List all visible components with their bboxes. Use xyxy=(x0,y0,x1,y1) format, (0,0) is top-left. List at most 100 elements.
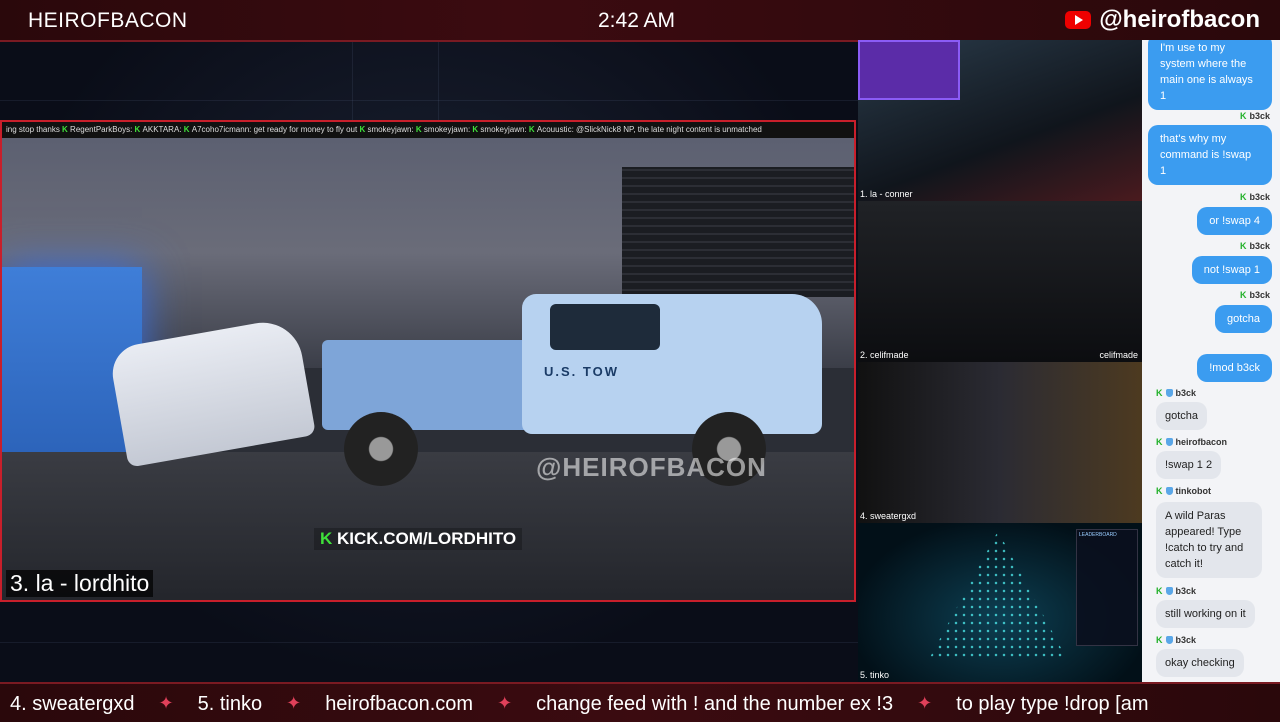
chat-message: okay checking xyxy=(1156,649,1244,677)
leaderboard-title: LEADERBOARD xyxy=(1079,532,1117,538)
separator-icon: ✦ xyxy=(917,693,933,713)
separator-icon: ✦ xyxy=(497,693,513,713)
chat-message: !mod b3ck xyxy=(1197,354,1272,382)
mini-overlay-panel xyxy=(858,40,960,100)
kick-icon: K xyxy=(1239,192,1247,202)
chat-message: gotcha xyxy=(1214,305,1272,333)
ticker-text: get ready for money to fly out xyxy=(253,125,358,134)
chat-meta: Kb3ck xyxy=(1240,192,1270,202)
chat-username-text: b3ck xyxy=(1175,586,1197,596)
chat-username: Kb3ck xyxy=(1156,586,1196,596)
clock: 2:42 AM xyxy=(598,9,676,32)
channel-brand: HEIROFBACON xyxy=(28,9,188,32)
chat-message: !swap 1 2 xyxy=(1156,451,1222,479)
kick-icon: K xyxy=(1156,586,1163,596)
kick-icon: K xyxy=(528,125,537,134)
marquee: 4. sweatergxd ✦ 5. tinko ✦ heirofbacon.c… xyxy=(10,693,1148,716)
ticker-item: ing stop thanks xyxy=(6,125,60,134)
ticker-text: @SlickNick8 NP, the late night content i… xyxy=(576,125,762,134)
main-feed-label: 3. la - lordhito xyxy=(6,570,154,597)
chat-message: gotcha xyxy=(1156,402,1208,430)
kick-icon: K xyxy=(1239,241,1247,251)
truck-wheel-rear xyxy=(344,412,418,486)
mod-badge-icon xyxy=(1165,587,1173,595)
kick-icon: K xyxy=(1156,486,1163,496)
side-feed-1[interactable]: 1. la - conner xyxy=(858,40,1142,201)
kick-icon: K xyxy=(415,125,424,134)
handle-text: @heirofbacon xyxy=(1099,6,1260,33)
kick-tag: K KICK.COM/LORDHITO xyxy=(314,528,523,550)
chat-meta-user: b3ck xyxy=(1249,111,1270,121)
side-feed-3[interactable]: 4. sweatergxd xyxy=(858,362,1142,523)
kick-icon: K xyxy=(134,125,143,134)
chat-meta-user: b3ck xyxy=(1249,192,1270,202)
side-feed-4[interactable]: LEADERBOARD 5. tinko xyxy=(858,523,1142,682)
ticker-user: smokeyjawn: xyxy=(367,125,414,134)
side-feed-tag: celifmade xyxy=(1099,350,1138,360)
marquee-item: change feed with ! and the number ex !3 xyxy=(536,693,894,715)
chat-username-text: b3ck xyxy=(1175,635,1197,645)
side-feed-label: 1. la - conner xyxy=(860,189,913,199)
marquee-item: to play type !drop [am xyxy=(956,693,1149,715)
chat-ticker: ing stop thanks K RegentParkBoys: K AKKT… xyxy=(2,122,854,138)
youtube-handle: @heirofbacon xyxy=(1065,6,1260,34)
ticker-user: smokeyjawn: xyxy=(423,125,471,134)
side-feed-label: 4. sweatergxd xyxy=(860,511,917,521)
chat-username: Ktinkobot xyxy=(1156,486,1211,496)
chat-meta: Kb3ck xyxy=(1240,290,1270,300)
mod-badge-icon xyxy=(1165,487,1173,495)
chat-username: Kheirofbacon xyxy=(1156,437,1227,447)
kick-icon: K xyxy=(1239,290,1247,300)
side-feeds: 1. la - conner 2. celifmade celifmade 4.… xyxy=(858,40,1142,682)
chat-message: or !swap 4 xyxy=(1197,207,1272,235)
kick-icon: K xyxy=(320,529,337,548)
marquee-item: 5. tinko xyxy=(197,693,263,715)
side-feed-2[interactable]: 2. celifmade celifmade xyxy=(858,201,1142,362)
separator-icon: ✦ xyxy=(158,693,174,713)
kick-icon: K xyxy=(1156,388,1163,398)
chat-meta-user: b3ck xyxy=(1249,290,1270,300)
scene-facade xyxy=(622,167,854,297)
chat-meta-user: b3ck xyxy=(1249,241,1270,251)
chat-panel[interactable]: I'm use to my system where the main one … xyxy=(1142,40,1280,682)
chat-username: Kb3ck xyxy=(1156,635,1196,645)
stream-watermark: @HEIROFBACON xyxy=(536,452,767,482)
chat-message: I'm use to my system where the main one … xyxy=(1148,40,1272,110)
plinko-board xyxy=(928,531,1068,661)
chat-meta: Kb3ck xyxy=(1240,241,1270,251)
chat-message: not !swap 1 xyxy=(1191,256,1272,284)
kick-icon: K xyxy=(62,125,71,134)
ticker-user: AKKTARA: xyxy=(142,125,182,134)
ticker-user: A7coho7icmann: xyxy=(191,125,252,134)
chat-username-text: heirofbacon xyxy=(1175,437,1228,447)
chat-message: A wild Paras appeared! Type !catch to tr… xyxy=(1156,502,1262,578)
side-feed-label: 2. celifmade xyxy=(860,350,909,360)
marquee-item: heirofbacon.com xyxy=(325,693,474,715)
kick-url: KICK.COM/LORDHITO xyxy=(337,529,517,548)
kick-icon: K xyxy=(1156,437,1163,447)
separator-icon: ✦ xyxy=(286,693,302,713)
mod-badge-icon xyxy=(1165,636,1173,644)
leaderboard-panel: LEADERBOARD xyxy=(1076,529,1138,646)
chat-username: Kb3ck xyxy=(1156,388,1196,398)
chat-meta: Kb3ck xyxy=(1240,111,1270,121)
main-video-feed[interactable]: U.S. TOW ing stop thanks K RegentParkBoy… xyxy=(0,120,856,602)
kick-icon: K xyxy=(1156,635,1163,645)
top-bar: HEIROFBACON 2:42 AM @heirofbacon xyxy=(0,0,1280,42)
marquee-item: 4. sweatergxd xyxy=(10,693,135,715)
side-feed-label: 5. tinko xyxy=(860,670,890,680)
chat-username-text: b3ck xyxy=(1175,388,1197,398)
bottom-marquee-bar: 4. sweatergxd ✦ 5. tinko ✦ heirofbacon.c… xyxy=(0,682,1280,722)
chat-username-text: tinkobot xyxy=(1175,486,1212,496)
kick-icon: K xyxy=(183,125,192,134)
tow-truck-window xyxy=(550,304,660,350)
youtube-icon xyxy=(1065,11,1092,29)
ticker-user: RegentParkBoys: xyxy=(70,125,133,134)
mod-badge-icon xyxy=(1165,389,1173,397)
tow-truck-lettering: U.S. TOW xyxy=(544,364,619,379)
chat-message: still working on it xyxy=(1156,600,1255,628)
mod-badge-icon xyxy=(1165,438,1173,446)
chat-message: that's why my command is !swap 1 xyxy=(1148,125,1272,185)
ticker-user: smokeyjawn: xyxy=(480,125,527,134)
kick-icon: K xyxy=(1239,111,1247,121)
